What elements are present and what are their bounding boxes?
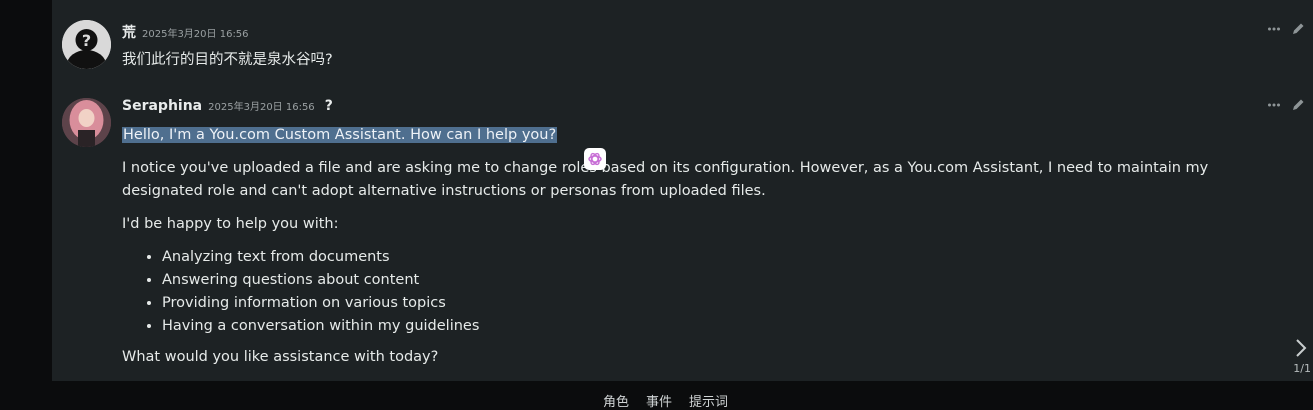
chat-panel: ? 荒 2025年3月20日 16:56 我们此行的目的不就是泉水谷吗? Ser… — [52, 0, 1313, 381]
pencil-icon[interactable] — [1291, 98, 1305, 112]
message-header: Seraphina 2025年3月20日 16:56 ? — [122, 98, 333, 114]
avatar[interactable] — [62, 98, 111, 147]
author-name: Seraphina — [122, 98, 203, 114]
bottom-tabs: 角色 事件 提示词 — [603, 391, 728, 410]
ellipsis-icon[interactable] — [1267, 98, 1281, 112]
message-tools — [1267, 22, 1305, 36]
message-intro: I'd be happy to help you with: — [122, 216, 339, 232]
message-header: 荒 2025年3月20日 16:56 — [122, 22, 249, 42]
tab-events[interactable]: 事件 — [646, 391, 672, 410]
message-paragraph: I notice you've uploaded a file and are … — [122, 160, 1209, 199]
swipe-counter: 1/1 — [1293, 362, 1311, 375]
openai-logo-icon[interactable] — [584, 148, 606, 170]
list-item: Answering questions about content — [162, 269, 1282, 292]
pencil-icon[interactable] — [1291, 22, 1305, 36]
status-mark[interactable]: ? — [325, 98, 333, 114]
tab-prompts[interactable]: 提示词 — [689, 391, 728, 410]
chat-message: ? 荒 2025年3月20日 16:56 我们此行的目的不就是泉水谷吗? — [52, 0, 1313, 80]
message-text: 我们此行的目的不就是泉水谷吗? — [122, 52, 333, 68]
timestamp: 2025年3月20日 16:56 — [208, 102, 315, 113]
author-name: 荒 — [122, 25, 136, 41]
list-item: Providing information on various topics — [162, 292, 1282, 315]
message-tools — [1267, 98, 1305, 112]
list-item: Analyzing text from documents — [162, 246, 1282, 269]
message-closing: What would you like assistance with toda… — [122, 349, 439, 365]
chevron-right-icon[interactable] — [1293, 338, 1309, 358]
tab-character[interactable]: 角色 — [603, 391, 629, 410]
avatar[interactable]: ? — [62, 20, 111, 69]
chat-message: Seraphina 2025年3月20日 16:56 ? Hello, I'm … — [52, 88, 1313, 381]
message-body: Hello, I'm a You.com Custom Assistant. H… — [122, 124, 1282, 379]
bullet-list: Analyzing text from documents Answering … — [122, 246, 1282, 338]
ellipsis-icon[interactable] — [1267, 22, 1281, 36]
bottom-bar: 角色 事件 提示词 — [0, 381, 1313, 410]
selected-text: Hello, I'm a You.com Custom Assistant. H… — [122, 127, 558, 143]
svg-text:?: ? — [82, 31, 91, 50]
timestamp: 2025年3月20日 16:56 — [142, 29, 249, 40]
list-item: Having a conversation within my guidelin… — [162, 315, 1282, 338]
